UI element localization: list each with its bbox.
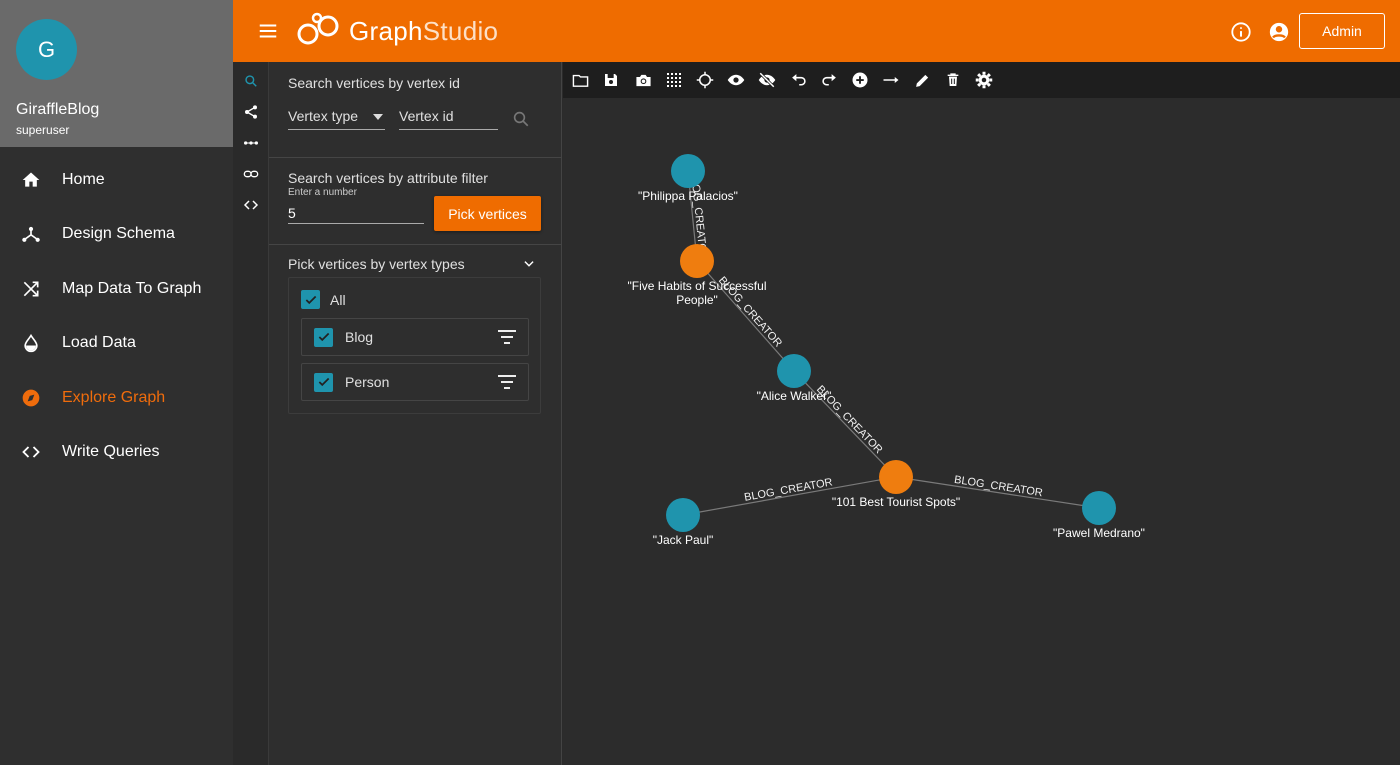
account-icon[interactable] (1268, 21, 1290, 43)
person-vertex[interactable] (666, 498, 700, 532)
vertex-label: "Philippa Palacios" (638, 189, 738, 203)
graph-edge[interactable] (696, 260, 795, 372)
admin-button[interactable]: Admin (1299, 13, 1385, 49)
camera-icon[interactable] (633, 70, 653, 90)
graph-canvas[interactable]: BLOG_CREATOR BLOG_CREATOR BLOG_CREATOR BLOG… (563, 98, 1400, 765)
info-icon[interactable] (1230, 21, 1252, 43)
person-vertex[interactable] (1082, 491, 1116, 525)
blog-checkbox[interactable] (314, 327, 333, 347)
show-icon[interactable] (726, 70, 746, 90)
avatar[interactable]: G (16, 19, 77, 80)
divider (269, 244, 562, 245)
locate-icon[interactable] (695, 70, 715, 90)
app-logo: GraphStudio (295, 12, 498, 50)
path-icon[interactable] (241, 133, 261, 153)
divider (269, 157, 562, 158)
attribute-search-title: Search vertices by attribute filter (288, 170, 488, 186)
graph-visualization[interactable]: BLOG_CREATORBLOG_CREATORBLOG_CREATORBLOG… (563, 98, 1400, 765)
home-icon (20, 169, 42, 191)
schema-icon (20, 223, 42, 245)
blog-vertex[interactable] (680, 244, 714, 278)
user-role: superuser (16, 123, 70, 137)
settings-icon[interactable] (974, 70, 994, 90)
person-checkbox[interactable] (314, 372, 333, 392)
code-icon[interactable] (241, 195, 261, 215)
delete-icon[interactable] (943, 70, 963, 90)
nav-item-label: Map Data To Graph (62, 280, 202, 297)
redo-icon[interactable] (819, 70, 839, 90)
vertex-type-label: Blog (345, 329, 374, 345)
save-icon[interactable] (601, 70, 621, 90)
edge-label: BLOG_CREATOR (953, 474, 1043, 499)
add-vertex-icon[interactable] (850, 70, 870, 90)
left-nav: G GiraffleBlog superuser Home Design Sch… (0, 0, 233, 765)
dropdown-arrow-icon (373, 114, 383, 120)
vertex-id-input[interactable]: Vertex id (399, 108, 498, 130)
pick-vertices-button[interactable]: Pick vertices (434, 196, 541, 231)
code-icon (20, 441, 42, 463)
nav-item-write-queries[interactable]: Write Queries (0, 428, 233, 476)
vertex-type-row-blog: Blog (301, 318, 529, 356)
nav-item-label: Design Schema (62, 225, 175, 242)
link-icon[interactable] (241, 164, 261, 184)
vertex-label: "101 Best Tourist Spots" (832, 495, 960, 509)
top-bar: GraphStudio Admin (233, 0, 1400, 62)
explore-icon-strip (233, 62, 269, 765)
search-icon[interactable] (512, 110, 530, 133)
vertex-type-row-person: Person (301, 363, 529, 401)
vertex-type-placeholder: Vertex type (288, 108, 359, 124)
nav-item-load-data[interactable]: Load Data (0, 319, 233, 367)
filter-icon[interactable] (498, 330, 516, 344)
edit-icon[interactable] (912, 70, 932, 90)
chevron-down-icon[interactable] (522, 257, 536, 276)
all-types-row: All (301, 290, 346, 309)
vertex-id-search-title: Search vertices by vertex id (288, 75, 460, 91)
search-panel: Search vertices by vertex id Vertex type… (269, 62, 562, 765)
graphstudio-logo-icon (297, 12, 339, 45)
share-icon[interactable] (241, 102, 261, 122)
vertex-label: "Jack Paul" (653, 533, 714, 547)
nav-item-label: Write Queries (62, 443, 160, 460)
nav-item-home[interactable]: Home (0, 156, 233, 204)
compass-icon (20, 387, 42, 409)
vertex-id-placeholder: Vertex id (399, 108, 454, 124)
vertex-label: People" (676, 293, 718, 307)
vertex-label: "Five Habits of Successful (628, 279, 767, 293)
nav-item-design-schema[interactable]: Design Schema (0, 210, 233, 258)
profile-header: G GiraffleBlog superuser (0, 0, 233, 147)
grid-icon[interactable] (664, 70, 684, 90)
undo-icon[interactable] (788, 70, 808, 90)
nav-item-label: Home (62, 171, 105, 188)
edge-label: BLOG_CREATOR (743, 476, 833, 504)
search-icon[interactable] (241, 71, 261, 91)
app-logo-text: GraphStudio (349, 15, 499, 46)
drop-icon (20, 332, 42, 354)
number-hint: Enter a number (288, 187, 357, 198)
person-vertex[interactable] (777, 354, 811, 388)
vertex-label: "Alice Walker" (757, 389, 832, 403)
add-edge-icon[interactable] (881, 70, 901, 90)
vertex-types-title: Pick vertices by vertex types (288, 256, 465, 272)
blog-vertex[interactable] (879, 460, 913, 494)
vertex-label: "Pawel Medrano" (1053, 526, 1145, 540)
vertex-type-select[interactable]: Vertex type (288, 108, 385, 130)
nav-item-label: Explore Graph (62, 389, 166, 406)
graph-toolbar (563, 62, 1400, 98)
shuffle-icon (20, 278, 42, 300)
all-types-checkbox[interactable] (301, 290, 320, 309)
nav-item-map-data[interactable]: Map Data To Graph (0, 265, 233, 313)
nav-item-explore-graph[interactable]: Explore Graph (0, 374, 233, 422)
vertex-type-label: Person (345, 374, 390, 390)
nav-item-label: Load Data (62, 334, 136, 351)
open-folder-icon[interactable] (570, 70, 590, 90)
vertex-types-list: All Blog Person (288, 277, 541, 414)
graph-edge[interactable] (793, 370, 897, 478)
graph-name: GiraffleBlog (16, 101, 100, 118)
person-vertex[interactable] (671, 154, 705, 188)
number-input[interactable] (288, 202, 424, 224)
filter-icon[interactable] (498, 375, 516, 389)
all-types-label: All (330, 291, 346, 308)
hide-icon[interactable] (757, 70, 777, 90)
menu-icon[interactable] (257, 20, 279, 42)
